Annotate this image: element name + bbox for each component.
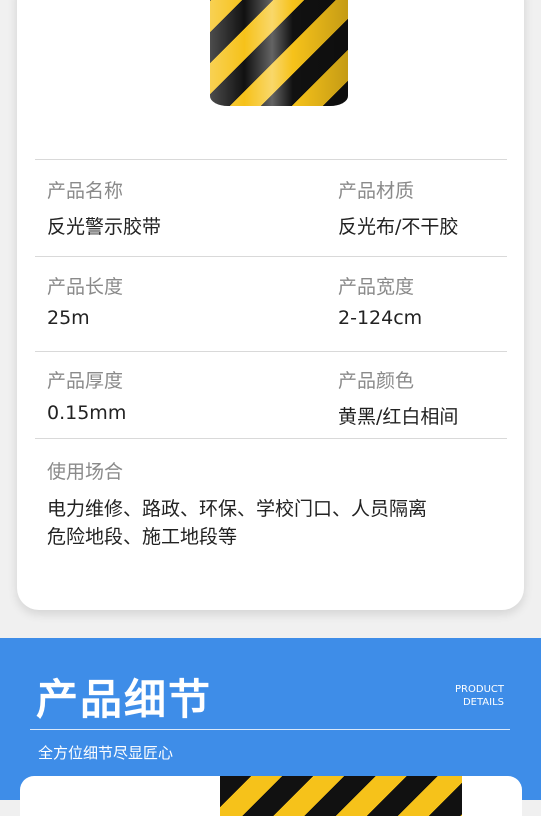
spec-value-width: 2-124cm — [338, 307, 423, 329]
banner-divider — [30, 729, 510, 730]
spec-value-name: 反光警示胶带 — [47, 216, 162, 238]
detail-image-card — [20, 776, 522, 816]
spec-value-length: 25m — [47, 307, 90, 329]
spec-label-thickness: 产品厚度 — [47, 370, 124, 392]
spec-value-material: 反光布/不干胶 — [338, 216, 459, 238]
usage-text-line: 危险地段、施工地段等 — [47, 526, 238, 548]
usage-label: 使用场合 — [47, 461, 124, 483]
section-en-title-line1: PRODUCT — [455, 684, 504, 695]
tape-roll-image — [210, 0, 348, 106]
spec-label-material: 产品材质 — [338, 180, 415, 202]
spec-label-color: 产品颜色 — [338, 370, 415, 392]
divider — [35, 351, 507, 352]
section-title: 产品细节 — [36, 675, 213, 724]
spec-value-color: 黄黑/红白相间 — [338, 406, 459, 428]
spec-label-name: 产品名称 — [47, 180, 124, 202]
section-subtitle: 全方位细节尽显匠心 — [38, 744, 174, 762]
section-en-title-line2: DETAILS — [462, 697, 504, 708]
divider — [35, 159, 507, 160]
spec-label-width: 产品宽度 — [338, 276, 415, 298]
product-details-banner: 产品细节 PRODUCT DETAILS 全方位细节尽显匠心 — [0, 638, 541, 816]
spec-label-length: 产品长度 — [47, 276, 124, 298]
divider — [35, 438, 507, 439]
spec-value-thickness: 0.15mm — [47, 402, 127, 424]
tape-detail-image — [220, 776, 462, 816]
divider — [35, 256, 507, 257]
usage-text-line: 电力维修、路政、环保、学校门口、人员隔离 — [47, 498, 428, 520]
